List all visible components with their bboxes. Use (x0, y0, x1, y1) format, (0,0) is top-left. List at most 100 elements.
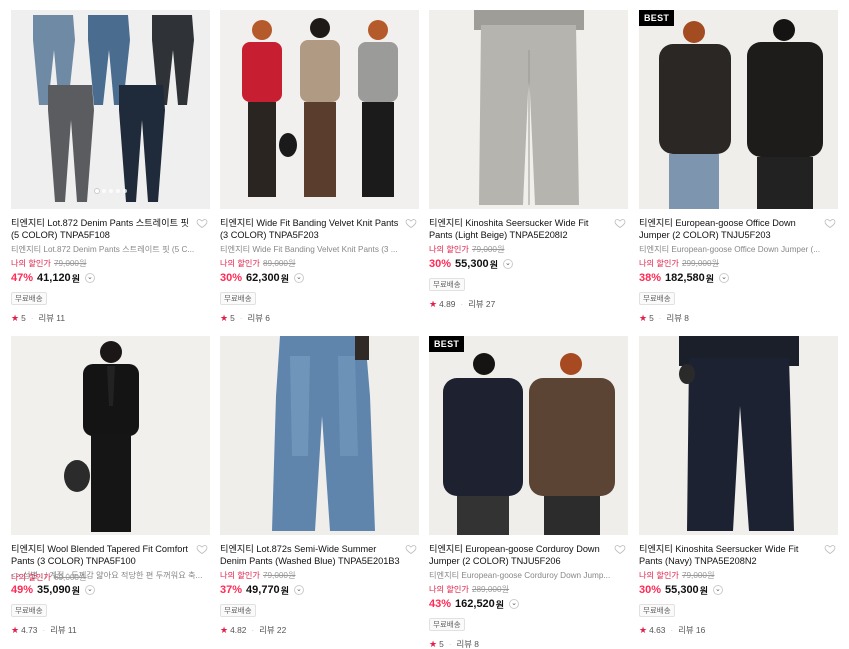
product-title[interactable]: 티엔지티 Wide Fit Banding Velvet Knit Pants … (220, 217, 419, 241)
discount-rate: 49% (11, 584, 34, 596)
chevron-down-icon[interactable]: ⌄ (712, 585, 723, 595)
product-title[interactable]: 티엔지티 Lot.872s Semi-Wide Summer Denim Pan… (220, 543, 419, 567)
carousel-dot[interactable] (108, 189, 113, 193)
product-image[interactable] (220, 10, 419, 209)
review-count[interactable]: 리뷰 11 (50, 624, 76, 636)
chevron-down-icon[interactable]: ⌄ (293, 585, 304, 595)
review-count[interactable]: 리뷰 6 (248, 312, 270, 324)
price-row: 30% 55,300 원 ⌄ (429, 257, 628, 271)
star-icon: ★ (639, 624, 648, 635)
carousel-dot[interactable] (94, 189, 99, 193)
rating-value: 5 (21, 313, 26, 323)
product-image[interactable] (429, 10, 628, 209)
heart-icon[interactable] (614, 543, 626, 555)
review-count[interactable]: 리뷰 8 (457, 638, 479, 649)
sale-price: 35,090 (37, 584, 71, 596)
product-title[interactable]: 티엔지티 Kinoshita Seersucker Wide Fit Pants… (429, 217, 628, 241)
currency: 원 (71, 273, 80, 284)
free-shipping-badge: 무료배송 (11, 292, 47, 305)
product-card[interactable]: BEST 티엔지티 European-goose Corduroy Down J… (429, 336, 628, 649)
product-card[interactable]: 티엔지티 Wide Fit Banding Velvet Knit Pants … (220, 10, 419, 324)
review-count[interactable]: 리뷰 27 (468, 298, 495, 310)
heart-icon[interactable] (824, 217, 836, 229)
member-price-label: 나의 할인가 (639, 571, 679, 580)
carousel-dots[interactable] (11, 189, 210, 193)
free-shipping-badge: 무료배송 (220, 604, 256, 617)
separator: · (30, 313, 34, 323)
carousel-dot[interactable] (115, 189, 120, 193)
product-image[interactable] (11, 336, 210, 535)
product-image[interactable]: BEST (429, 336, 628, 535)
heart-icon[interactable] (614, 217, 626, 229)
heart-icon[interactable] (196, 217, 208, 229)
rating-value: 4.73 (21, 625, 38, 635)
currency: 원 (699, 585, 708, 596)
product-card[interactable]: BEST 티엔지티 European-goose Office Down Jum… (639, 10, 838, 324)
chevron-down-icon[interactable]: ⌄ (509, 599, 520, 609)
currency: 원 (280, 273, 289, 284)
sale-price: 41,120 (37, 272, 71, 284)
rating-value: 5 (649, 313, 654, 323)
product-card[interactable]: 티엔지티 Kinoshita Seersucker Wide Fit Pants… (639, 336, 838, 636)
star-icon: ★ (11, 312, 20, 323)
rating-value: 5 (439, 639, 444, 649)
rating-row: ★ 5 · 리뷰 11 (11, 312, 210, 324)
product-title[interactable]: 티엔지티 European-goose Corduroy Down Jumper… (429, 543, 628, 567)
member-price-line: 나의 할인가 89,000원 (220, 258, 419, 269)
review-count[interactable]: 리뷰 16 (678, 624, 705, 636)
currency: 원 (705, 273, 715, 284)
chevron-down-icon[interactable]: ⌄ (719, 273, 730, 283)
original-price: 89,000원 (262, 259, 296, 268)
member-price-line: 나의 할인가 79,000원 (220, 570, 419, 581)
chevron-down-icon[interactable]: ⌄ (293, 273, 304, 283)
product-card[interactable]: 티엔지티 Lot.872s Semi-Wide Summer Denim Pan… (220, 336, 419, 636)
discount-rate: 30% (639, 584, 662, 596)
product-title[interactable]: 티엔지티 Lot.872 Denim Pants 스트레이트 핏 (5 COLO… (11, 217, 210, 241)
member-price-line: 나의 할인가 79,000원 (11, 258, 210, 269)
separator: · (658, 313, 662, 323)
star-icon: ★ (11, 624, 20, 635)
original-price: 79,000원 (471, 245, 505, 254)
review-count[interactable]: 리뷰 22 (259, 624, 286, 636)
rating-row: ★ 5 · 리뷰 8 (639, 312, 838, 324)
product-title[interactable]: 티엔지티 Kinoshita Seersucker Wide Fit Pants… (639, 543, 838, 567)
free-shipping-badge: 무료배송 (429, 278, 465, 291)
member-price-line: 나의 할인가 289,000원 (429, 584, 628, 595)
carousel-dot[interactable] (101, 189, 106, 193)
product-image[interactable] (11, 10, 210, 209)
rating-row: ★ 4.73 · 리뷰 11 (11, 624, 210, 636)
product-image[interactable]: BEST (639, 10, 838, 209)
product-title[interactable]: 티엔지티 European-goose Office Down Jumper (… (639, 217, 838, 241)
product-card[interactable]: 티엔지티 Lot.872 Denim Pants 스트레이트 핏 (5 COLO… (11, 10, 210, 324)
member-price-label: 나의 할인가 (11, 259, 51, 268)
member-price-label: 나의 할인가 (429, 245, 469, 254)
product-card[interactable]: 티엔지티 Wool Blended Tapered Fit Comfort Pa… (11, 336, 210, 636)
carousel-dot[interactable] (122, 189, 127, 193)
heart-icon[interactable] (405, 217, 417, 229)
best-badge: BEST (429, 336, 465, 352)
review-count[interactable]: 리뷰 11 (39, 312, 65, 324)
product-image[interactable] (639, 336, 838, 535)
heart-icon[interactable] (405, 543, 417, 555)
discount-rate: 30% (220, 272, 243, 284)
free-shipping-badge: 무료배송 (11, 604, 47, 617)
heart-icon[interactable] (824, 543, 836, 555)
product-subtitle: 티엔지티 Wide Fit Banding Velvet Knit Pants … (220, 245, 398, 254)
price-row: 30% 55,300 원 ⌄ (639, 583, 838, 597)
original-price: 79,000원 (681, 571, 715, 580)
product-title[interactable]: 티엔지티 Wool Blended Tapered Fit Comfort Pa… (11, 543, 210, 567)
chevron-down-icon[interactable]: ⌄ (502, 259, 513, 269)
review-count[interactable]: 리뷰 8 (667, 312, 689, 324)
chevron-down-icon[interactable]: ⌄ (84, 585, 95, 595)
product-card[interactable]: 티엔지티 Kinoshita Seersucker Wide Fit Pants… (429, 10, 628, 310)
chevron-down-icon[interactable]: ⌄ (84, 273, 95, 283)
rating-row: ★ 4.82 · 리뷰 22 (220, 624, 419, 636)
heart-icon[interactable] (196, 543, 208, 555)
member-price-label: 나의 할인가 (639, 259, 679, 268)
rating-value: 4.63 (649, 625, 666, 635)
product-image[interactable] (220, 336, 419, 535)
member-price-label: 나의 할인가 (429, 585, 469, 594)
rating-row: ★ 4.63 · 리뷰 16 (639, 624, 838, 636)
sale-price: 55,300 (665, 584, 699, 596)
rating-value: 5 (230, 313, 235, 323)
